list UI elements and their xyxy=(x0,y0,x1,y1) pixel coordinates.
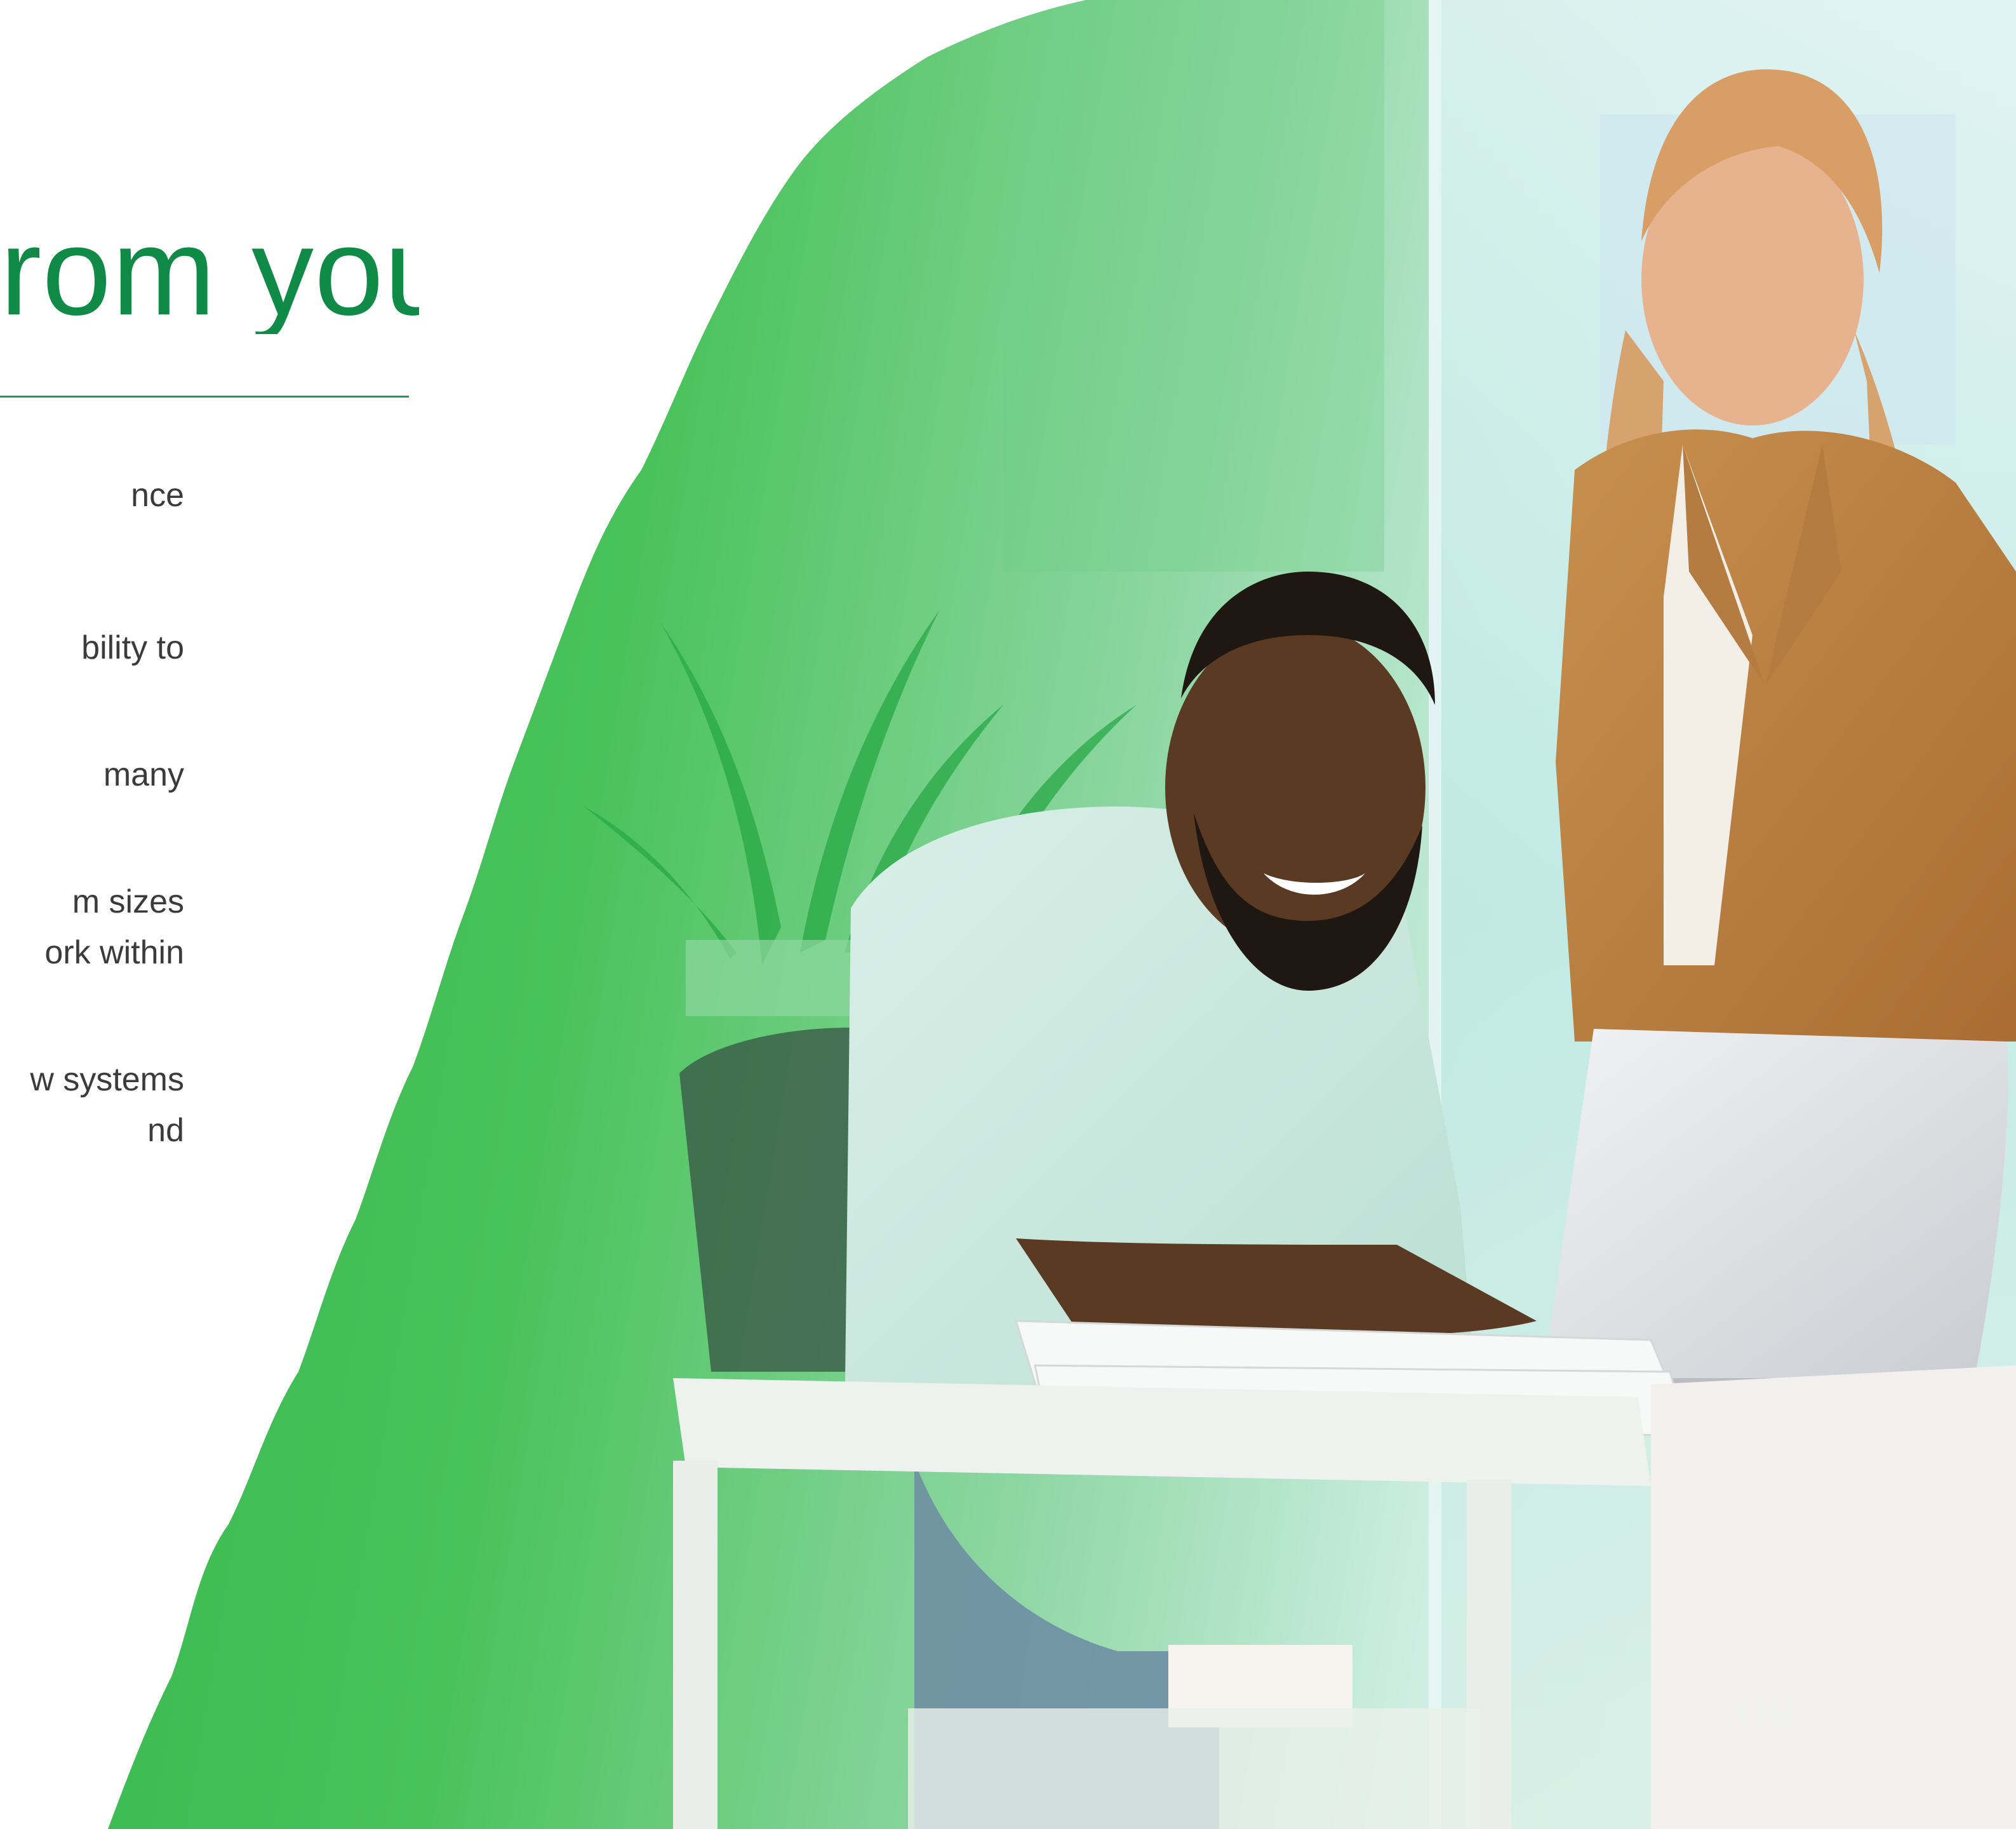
bullet-line: ork within xyxy=(44,934,184,971)
heading-divider xyxy=(0,396,409,398)
page-heading: rom you xyxy=(0,210,419,334)
bullet-line: m sizes xyxy=(72,883,184,920)
bullet-line: bility to xyxy=(81,629,184,666)
bullet-line: nce xyxy=(131,477,184,514)
page-number: 09 xyxy=(1739,1684,1796,1739)
bullet-line: w systems xyxy=(30,1061,184,1098)
bullet-line: nd xyxy=(147,1112,184,1149)
brochure-page: rom you nce bility to many m sizes ork w… xyxy=(0,0,2016,1829)
bullet-line: many xyxy=(103,756,184,793)
